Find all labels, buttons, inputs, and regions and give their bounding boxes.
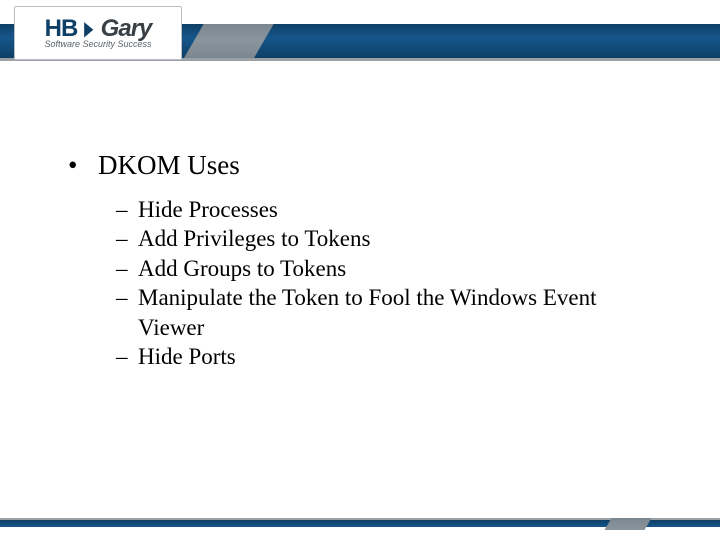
sub-item-text: Hide Processes [138,195,660,224]
slide-body: • DKOM Uses – Hide Processes – Add Privi… [68,150,660,372]
sub-item-text: Hide Ports [138,342,660,371]
bullet-level-1: • DKOM Uses [68,150,660,181]
dash-icon: – [116,224,138,253]
logo: HB ▶ Gary Software Security Success [14,6,182,60]
chevron-right-icon: ▶ [84,19,93,39]
logo-hb: HB [45,17,78,41]
footer-cap [605,518,652,530]
dash-icon: – [116,342,138,371]
bullet-level-2: – Hide Ports [116,342,660,371]
dash-icon: – [116,195,138,224]
dash-icon: – [116,254,138,283]
logo-gary: Gary [101,17,152,41]
slide-footer [0,514,720,532]
sub-item-text: Manipulate the Token to Fool the Windows… [138,283,660,342]
bullet-level-2: – Add Privileges to Tokens [116,224,660,253]
bullet-dot-icon: • [68,150,98,181]
logo-tagline: Software Security Success [44,39,151,49]
bullet-level-2: – Hide Processes [116,195,660,224]
sub-bullet-list: – Hide Processes – Add Privileges to Tok… [116,195,660,372]
sub-item-text: Add Groups to Tokens [138,254,660,283]
slide-header: HB ▶ Gary Software Security Success [0,0,720,72]
sub-item-text: Add Privileges to Tokens [138,224,660,253]
slide: HB ▶ Gary Software Security Success • DK… [0,0,720,540]
bullet-level-2: – Manipulate the Token to Fool the Windo… [116,283,660,342]
heading-text: DKOM Uses [98,150,240,181]
bullet-level-2: – Add Groups to Tokens [116,254,660,283]
dash-icon: – [116,283,138,342]
logo-wordmark: HB ▶ Gary [45,17,152,41]
